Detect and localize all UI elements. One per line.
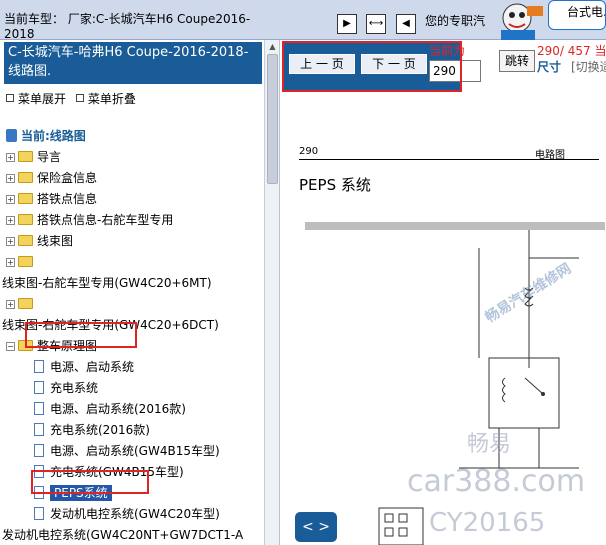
square-icon — [75, 94, 84, 102]
document-viewer: 上 一 页 下 一 页 当前为 跳转 290/ 457 当前 尺寸 [切换适应尺… — [281, 40, 606, 545]
plus-icon[interactable]: + — [6, 237, 15, 246]
plus-icon[interactable]: + — [6, 300, 15, 309]
prev-icon[interactable]: ◀ — [396, 14, 416, 34]
root-icon — [6, 129, 17, 142]
doc-header: 290 电路图 — [299, 144, 599, 161]
scroll-up-icon[interactable]: ▲ — [265, 40, 279, 54]
highlight-box-schematic — [25, 322, 137, 348]
tree-item[interactable]: + 搭铁点信息-右舵车型专用 — [6, 210, 264, 231]
page-icon — [34, 507, 44, 520]
folder-icon — [18, 256, 33, 267]
doc-title: PEPS 系统 — [299, 176, 371, 194]
model-box[interactable]: 台式电... — [548, 0, 606, 30]
page-count: 290/ 457 当前 — [537, 44, 606, 58]
folder-icon — [18, 172, 33, 183]
size-label: 尺寸 — [537, 60, 562, 74]
plus-icon[interactable]: + — [6, 174, 15, 183]
tree-item[interactable]: + 搭铁点信息 — [6, 189, 264, 210]
plus-icon[interactable]: + — [6, 195, 15, 204]
page-icon — [34, 423, 44, 436]
tree-child[interactable]: 电源、启动系统(GW4B15车型) — [6, 441, 264, 462]
page-icon — [34, 381, 44, 394]
page-nav-arrows[interactable]: < > — [295, 512, 337, 542]
tree-child[interactable]: 充电系统 — [6, 378, 264, 399]
folder-icon — [18, 193, 33, 204]
plus-icon[interactable]: + — [6, 153, 15, 162]
highlight-box-peps — [31, 470, 149, 494]
page-icon — [34, 444, 44, 457]
folder-icon — [18, 151, 33, 162]
scroll-thumb[interactable] — [267, 54, 278, 184]
watermark-cn: 畅易 — [467, 432, 512, 457]
manual-title: C-长城汽车-哈弗H6 Coupe-2016-2018- 线路图. — [4, 42, 262, 84]
jump-button[interactable]: 跳转 — [499, 50, 535, 72]
first-page-icon[interactable]: ▶ — [337, 14, 357, 34]
vehicle-label: 当前车型： 厂家:C-长城汽车H6 Coupe2016-2018 — [4, 12, 251, 40]
page-icon — [34, 402, 44, 415]
page-icon — [34, 360, 44, 373]
expand-menu-button[interactable]: 菜单展开 — [6, 92, 66, 106]
tree-child[interactable]: 发动机电控系统(GW4C20车型) — [6, 504, 264, 525]
tree-child[interactable]: 发动机电控系统(GW4C20NT+GW7DCT1-A — [2, 525, 264, 545]
watermark-code: CY20165 — [429, 508, 546, 538]
tree-item[interactable]: + 保险盒信息 — [6, 168, 264, 189]
tree-child[interactable]: 充电系统(2016款) — [6, 420, 264, 441]
tree-item[interactable]: + 线束图 — [6, 231, 264, 252]
folder-icon — [18, 298, 33, 309]
tree-scrollbar[interactable]: ▲ — [264, 40, 279, 545]
toggle-fit-size[interactable]: [切换适应尺寸] — [571, 58, 606, 75]
doc-page-number: 290 — [299, 146, 319, 157]
watermark-url: car388.com — [407, 464, 586, 499]
top-bar: 当前车型： 厂家:C-长城汽车H6 Coupe2016-2018 ▶ ⟷ ◀ 您… — [0, 0, 606, 40]
tree-item[interactable]: + — [6, 294, 264, 315]
welcome-text: 您的专职汽车维修 — [425, 14, 485, 28]
square-icon — [6, 94, 14, 102]
tree-child[interactable]: 电源、启动系统 — [6, 357, 264, 378]
folder-icon — [18, 214, 33, 225]
collapse-menu-button[interactable]: 菜单折叠 — [75, 92, 136, 106]
doc-section: 电路图 — [535, 150, 565, 161]
plus-icon[interactable]: + — [6, 216, 15, 225]
tree-item-label[interactable]: 线束图-右舵车型专用(GW4C20+6MT) — [2, 273, 264, 294]
tree-root[interactable]: 当前:线路图 — [6, 126, 264, 147]
highlight-box-pager — [282, 41, 462, 92]
menu-controls: 菜单展开 菜单折叠 — [6, 90, 142, 107]
tree-item[interactable]: + — [6, 252, 264, 273]
minus-icon[interactable]: − — [6, 342, 15, 351]
mascot-logo — [501, 3, 543, 40]
folder-icon — [18, 235, 33, 246]
plus-icon[interactable]: + — [6, 258, 15, 267]
tree-item[interactable]: + 导言 — [6, 147, 264, 168]
split-view-icon[interactable]: ⟷ — [366, 14, 386, 34]
tree-child[interactable]: 电源、启动系统(2016款) — [6, 399, 264, 420]
